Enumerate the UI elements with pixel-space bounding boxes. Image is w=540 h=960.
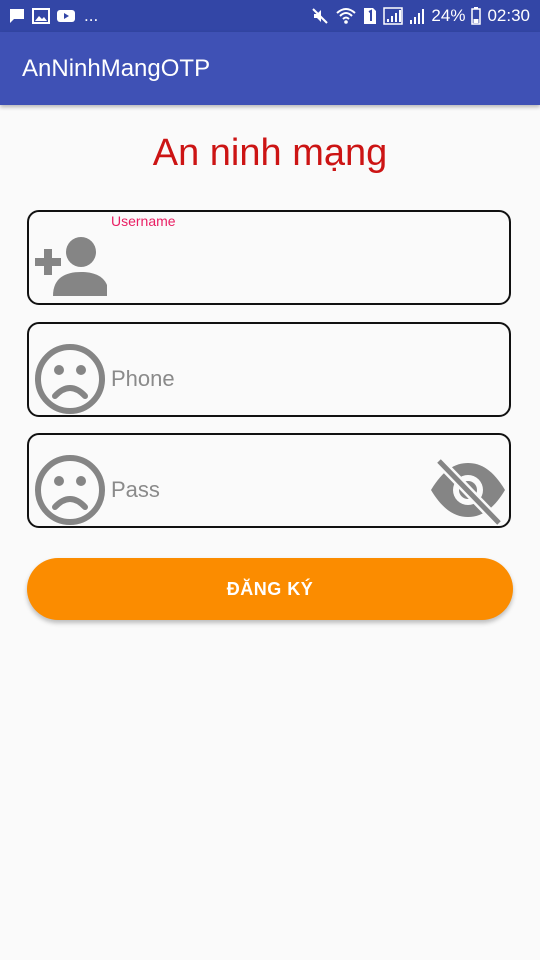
battery-icon xyxy=(471,7,482,25)
phone-input[interactable]: Phone xyxy=(111,366,175,392)
password-field[interactable]: Pass xyxy=(27,433,511,528)
status-bar: ... 24% 02:30 xyxy=(0,0,540,32)
clock: 02:30 xyxy=(487,6,530,25)
image-icon xyxy=(32,8,50,24)
message-icon xyxy=(10,9,24,23)
sim-1-icon xyxy=(364,8,377,24)
password-input[interactable]: Pass xyxy=(111,477,160,503)
overflow-dots: ... xyxy=(84,6,99,25)
app-bar: AnNinhMangOTP xyxy=(0,32,540,105)
username-field[interactable]: Username xyxy=(27,210,511,305)
youtube-icon xyxy=(57,10,75,22)
eye-off-icon[interactable] xyxy=(429,455,507,525)
status-bar-notifications: ... xyxy=(8,6,98,26)
app-title: AnNinhMangOTP xyxy=(22,55,211,82)
battery-percent: 24% xyxy=(431,6,466,25)
wifi-icon xyxy=(336,8,357,24)
mute-icon xyxy=(312,8,329,24)
add-person-icon xyxy=(35,237,107,296)
sad-face-icon xyxy=(35,344,105,414)
status-bar-system: 24% 02:30 xyxy=(311,5,530,27)
username-label: Username xyxy=(111,213,176,229)
signal-icon xyxy=(410,9,425,24)
phone-field[interactable]: Phone xyxy=(27,322,511,417)
page-title: An ninh mạng xyxy=(152,132,388,174)
signal-icon xyxy=(383,7,404,25)
sad-face-icon xyxy=(35,455,105,525)
register-button[interactable]: ĐĂNG KÝ xyxy=(27,558,513,620)
username-input[interactable] xyxy=(111,262,411,292)
